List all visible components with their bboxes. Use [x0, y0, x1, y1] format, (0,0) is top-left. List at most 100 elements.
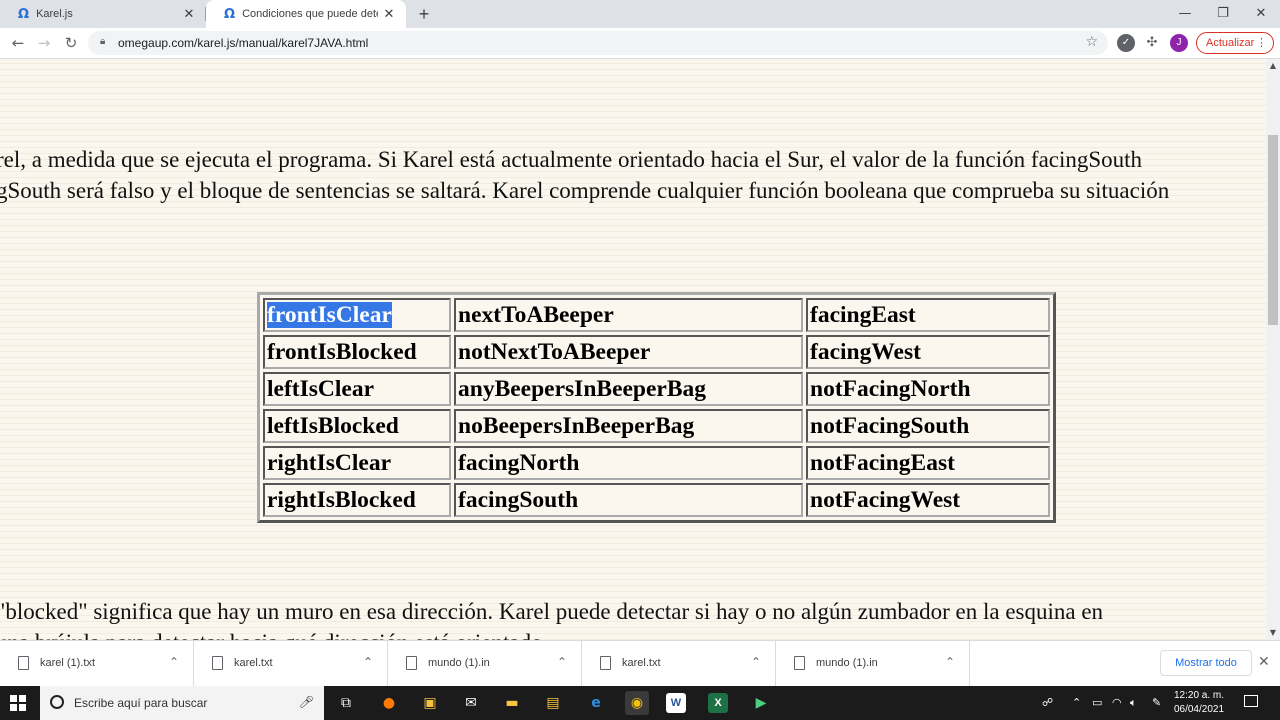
condition-name: notFacingWest	[810, 486, 961, 513]
download-filename: mundo (1).in	[816, 657, 878, 669]
condition-name: notFacingEast	[810, 449, 955, 476]
condition-name: leftIsBlocked	[267, 412, 399, 439]
update-button-label: Actualizar	[1206, 37, 1255, 49]
chevron-up-icon[interactable]: ⌃	[363, 655, 373, 669]
forward-button[interactable]: →	[33, 32, 55, 54]
omega-icon: Ω	[224, 6, 236, 22]
condition-name: leftIsClear	[267, 375, 375, 402]
tab-title: Karel.js	[36, 8, 73, 20]
condition-name: facingSouth	[458, 486, 579, 513]
download-shelf: karel (1).txt ⌃ karel.txt ⌃ mundo (1).in…	[0, 640, 1280, 687]
table-row: frontIsClear nextToABeeper facingEast	[263, 298, 1050, 332]
back-button[interactable]: ←	[7, 32, 29, 54]
chevron-up-icon[interactable]: ⌃	[1072, 696, 1081, 709]
files-app-icon[interactable]: ▤	[541, 691, 565, 715]
paragraph-text: una brújula para detectar hacia qué dire…	[0, 630, 548, 640]
windows-start-icon[interactable]	[10, 695, 26, 711]
tab-title: Condiciones que puede detectar	[242, 8, 378, 20]
file-explorer-icon[interactable]: ▬	[500, 691, 524, 715]
scroll-up-arrow-icon[interactable]: ▲	[1266, 59, 1280, 73]
table-cell: frontIsClear	[263, 298, 451, 332]
volume-icon[interactable]: 🔈︎	[1130, 696, 1137, 710]
table-cell: noBeepersInBeeperBag	[454, 409, 803, 443]
extensions-puzzle-icon[interactable]: ✣	[1143, 34, 1161, 52]
chevron-up-icon[interactable]: ⌃	[751, 655, 761, 669]
people-icon[interactable]: ☍	[1042, 696, 1053, 709]
taskbar-clock[interactable]: 12:20 a. m. 06/04/2021	[1168, 689, 1230, 717]
clock-date: 06/04/2021	[1173, 704, 1225, 715]
paragraph-text: rel, a medida que se ejecuta el programa…	[0, 147, 1143, 172]
chrome-icon[interactable]: ◉	[625, 691, 649, 715]
vertical-scrollbar[interactable]: ▲ ▼	[1266, 59, 1280, 640]
close-window-button[interactable]: ✕	[1242, 0, 1280, 28]
tab-karel-js[interactable]: Ω Karel.js ✕	[0, 0, 206, 28]
condition-name: notNextToABeeper	[458, 338, 651, 365]
download-item[interactable]: mundo (1).in ⌃	[388, 641, 582, 687]
new-tab-button[interactable]: +	[414, 4, 434, 24]
tab-condiciones[interactable]: Ω Condiciones que puede detectar ✕	[206, 0, 406, 28]
edge-icon[interactable]: e	[584, 691, 608, 715]
extension-check-icon[interactable]: ✓	[1117, 34, 1135, 52]
paragraph-text: gSouth será falso y el bloque de sentenc…	[0, 178, 1170, 203]
table-row: rightIsBlocked facingSouth notFacingWest	[263, 483, 1050, 517]
more-menu-icon: ⋮	[1256, 37, 1267, 49]
condition-name: notFacingSouth	[810, 412, 970, 439]
firefox-icon[interactable]: ●	[377, 691, 401, 715]
condition-name: nextToABeeper	[458, 301, 614, 328]
wifi-icon[interactable]: ◠	[1112, 696, 1122, 709]
task-view-icon[interactable]: ⧉	[334, 691, 358, 715]
file-icon	[406, 656, 417, 670]
table-cell: leftIsClear	[263, 372, 451, 406]
scroll-thumb[interactable]	[1268, 135, 1278, 325]
store-icon[interactable]: ▣	[418, 691, 442, 715]
file-icon	[600, 656, 611, 670]
app-icon[interactable]: ▶	[749, 691, 773, 715]
file-icon	[794, 656, 805, 670]
condition-name: frontIsClear	[267, 301, 392, 328]
maximize-button[interactable]: ❐	[1204, 0, 1242, 28]
chevron-up-icon[interactable]: ⌃	[169, 655, 179, 669]
tab-strip: Ω Karel.js ✕ Ω Condiciones que puede det…	[0, 0, 1280, 28]
browser-toolbar: ← → ↻ 🔒︎ omegaup.com/karel.js/manual/kar…	[0, 28, 1280, 59]
microphone-icon[interactable]: 🎤︎	[299, 695, 314, 709]
table-cell: facingSouth	[454, 483, 803, 517]
word-icon[interactable]: W	[666, 693, 686, 713]
condition-name: frontIsBlocked	[267, 338, 417, 365]
download-item[interactable]: mundo (1).in ⌃	[776, 641, 970, 687]
download-filename: karel (1).txt	[40, 657, 96, 669]
close-icon[interactable]: ✕	[178, 6, 200, 22]
condition-name: anyBeepersInBeeperBag	[458, 375, 707, 402]
minimize-button[interactable]: —	[1166, 0, 1204, 28]
bookmark-star-icon[interactable]: ☆	[1085, 34, 1098, 50]
paragraph-text: "blocked" significa que hay un muro en e…	[0, 599, 1104, 624]
table-cell: rightIsBlocked	[263, 483, 451, 517]
chevron-up-icon[interactable]: ⌃	[945, 655, 955, 669]
profile-avatar[interactable]: J	[1170, 34, 1188, 52]
close-icon[interactable]: ✕	[378, 6, 400, 22]
download-item[interactable]: karel (1).txt ⌃	[0, 641, 194, 687]
address-bar[interactable]: 🔒︎ omegaup.com/karel.js/manual/karel7JAV…	[88, 31, 1108, 55]
condition-name: noBeepersInBeeperBag	[458, 412, 695, 439]
reload-button[interactable]: ↻	[60, 32, 82, 54]
battery-icon[interactable]: ▭	[1092, 696, 1102, 709]
download-item[interactable]: karel.txt ⌃	[582, 641, 776, 687]
chevron-up-icon[interactable]: ⌃	[557, 655, 567, 669]
file-icon	[212, 656, 223, 670]
scroll-down-arrow-icon[interactable]: ▼	[1266, 626, 1280, 640]
notifications-icon[interactable]	[1244, 695, 1258, 707]
lock-icon[interactable]: 🔒︎	[100, 36, 105, 47]
close-icon[interactable]: ✕	[1258, 654, 1270, 670]
taskbar-search-box[interactable]: Escribe aquí para buscar 🎤︎	[40, 686, 324, 720]
table-cell: notFacingSouth	[806, 409, 1050, 443]
download-item[interactable]: karel.txt ⌃	[194, 641, 388, 687]
mail-icon[interactable]: ✉	[459, 691, 483, 715]
table-cell: nextToABeeper	[454, 298, 803, 332]
url-text[interactable]: omegaup.com/karel.js/manual/karel7JAVA.h…	[118, 36, 368, 50]
table-cell: facingEast	[806, 298, 1050, 332]
table-cell: notFacingEast	[806, 446, 1050, 480]
search-placeholder: Escribe aquí para buscar	[74, 696, 208, 710]
update-button[interactable]: Actualizar ⋮	[1196, 32, 1274, 54]
excel-icon[interactable]: X	[708, 693, 728, 713]
pen-icon[interactable]: ✎	[1152, 696, 1161, 709]
show-all-downloads-button[interactable]: Mostrar todo	[1160, 650, 1252, 676]
